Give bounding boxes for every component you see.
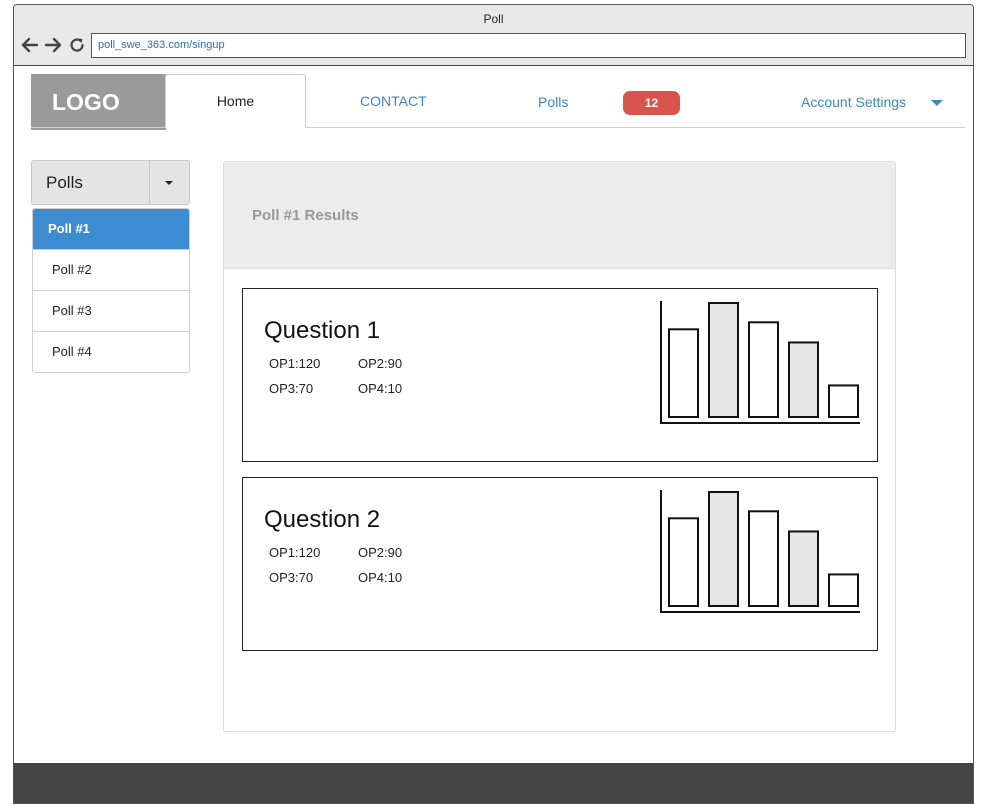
chart-bar [788,530,819,607]
chart-bar [748,321,779,419]
results-panel: Poll #1 Results Question 1 OP1:120 OP2:9… [223,161,896,732]
window-title: Poll [483,12,504,26]
address-bar[interactable]: poll_swe_363.com/singup [91,33,966,58]
chart-bar [668,517,699,607]
polls-dropdown[interactable]: Polls [31,160,190,205]
option-result: OP1:120 [269,356,321,371]
poll-list: Poll #1 Poll #2 Poll #3 Poll #4 [32,208,190,373]
chart-bar [788,341,819,418]
option-result: OP4:10 [358,381,403,396]
dropdown-divider [149,161,150,204]
nav-link-polls[interactable]: Polls [538,94,568,110]
chart-bar [748,510,779,608]
chart-bar [668,328,699,418]
poll-list-item-3[interactable]: Poll #3 [33,291,189,332]
option-result: OP3:70 [269,381,314,396]
caret-down-icon[interactable] [165,181,173,185]
chart-bar [708,491,739,607]
poll-list-item-4[interactable]: Poll #4 [33,332,189,372]
results-bar-chart [660,490,860,613]
chart-bar [828,573,859,608]
browser-window: Poll poll_swe_363.com/singup LOGO Home C… [13,4,974,804]
poll-list-item-2[interactable]: Poll #2 [33,250,189,291]
polls-dropdown-label: Polls [46,173,83,192]
chart-bar [708,302,739,418]
option-result: OP2:90 [358,356,403,371]
results-bar-chart [660,301,860,424]
question-title: Question 1 [264,317,381,344]
question-card-2: Question 2 OP1:120 OP2:90 OP3:70 OP4:10 [242,477,878,651]
question-title: Question 2 [264,506,381,533]
option-result: OP3:70 [269,570,314,585]
account-dropdown-caret-icon[interactable] [931,100,943,106]
back-arrow-icon[interactable] [21,36,39,54]
option-result: OP4:10 [358,570,403,585]
polls-count-badge: 12 [623,91,680,115]
results-panel-header: Poll #1 Results [224,162,895,269]
account-settings-link[interactable]: Account Settings [801,94,906,110]
option-result: OP2:90 [358,545,403,560]
results-panel-title: Poll #1 Results [252,207,359,224]
option-result: OP1:120 [269,545,321,560]
footer [14,763,973,803]
forward-arrow-icon[interactable] [44,36,62,54]
reload-icon[interactable] [68,36,86,54]
logo[interactable]: LOGO [31,74,166,130]
poll-list-item-1[interactable]: Poll #1 [33,209,189,250]
browser-titlebar: Poll poll_swe_363.com/singup [14,5,973,66]
nav-link-contact[interactable]: CONTACT [360,93,427,109]
chart-bar [828,384,859,419]
question-card-1: Question 1 OP1:120 OP2:90 OP3:70 OP4:10 [242,288,878,462]
tab-home[interactable]: Home [165,74,306,128]
